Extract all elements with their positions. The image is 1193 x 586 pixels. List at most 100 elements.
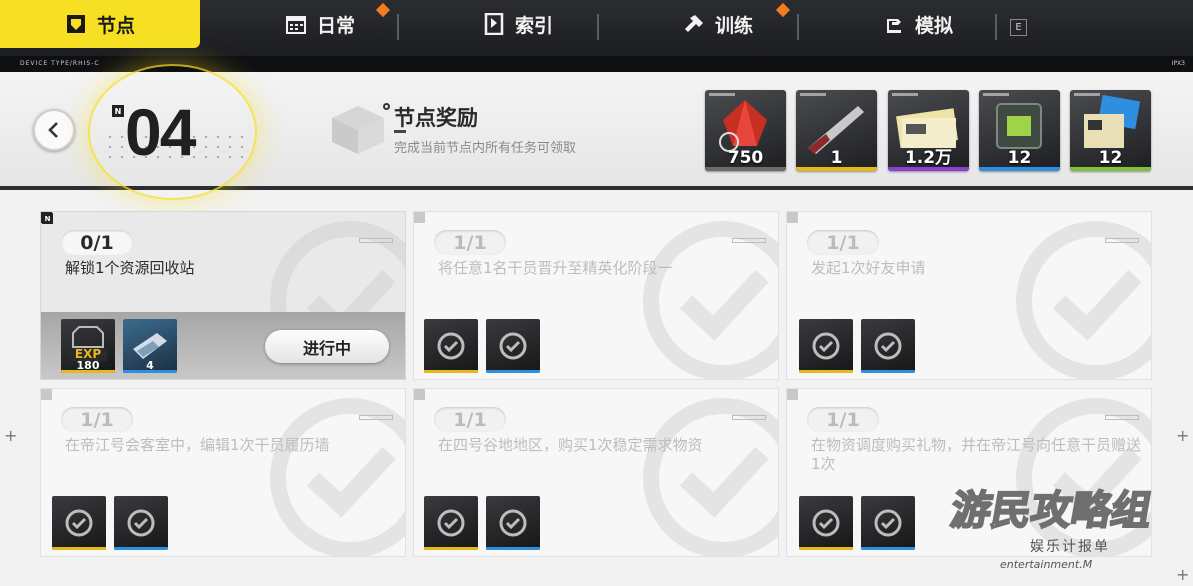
back-button[interactable]	[33, 109, 75, 151]
task-reward-claimed	[486, 496, 540, 550]
mission-tag	[359, 238, 393, 243]
node-reward-header: N 04 节点奖励 完成当前节点内所有任务可领取 750 1 1.2万 12 1…	[0, 72, 1193, 190]
task-reward-bar	[41, 489, 405, 556]
check-circle-icon	[437, 332, 465, 360]
e-key-hint[interactable]: E	[1010, 19, 1027, 36]
task-reward-claimed	[52, 496, 106, 550]
card-corner	[787, 212, 798, 223]
task-progress: 0/1	[61, 230, 133, 255]
reward-box-icon	[332, 106, 384, 154]
card-corner	[41, 389, 52, 400]
rarity-strip	[114, 547, 168, 550]
check-circle-icon	[437, 509, 465, 537]
task-progress: 1/1	[434, 230, 506, 255]
task-reward-bar	[414, 312, 778, 379]
node-icon	[66, 15, 85, 33]
check-circle-icon	[812, 332, 840, 360]
reward-item-exp-card[interactable]: 12	[1070, 90, 1151, 171]
task-card[interactable]: 1/1 在四号谷地地区，购买1次稳定需求物资	[413, 388, 779, 557]
reward-qty: 12	[1007, 148, 1032, 168]
mission-tag	[1105, 415, 1139, 420]
task-progress: 1/1	[807, 407, 879, 432]
reward-tag	[709, 93, 735, 96]
rarity-strip	[796, 167, 877, 171]
mission-tag	[732, 238, 766, 243]
rarity-strip	[424, 370, 478, 373]
tab-node[interactable]: 节点	[0, 0, 200, 48]
chevron-left-icon	[48, 122, 58, 138]
reward-title: 节点奖励	[394, 106, 478, 130]
tab-divider	[797, 14, 799, 40]
task-reward-claimed	[114, 496, 168, 550]
card-corner	[414, 389, 425, 400]
task-reward-claimed	[799, 319, 853, 373]
task-progress: 1/1	[61, 407, 133, 432]
check-circle-icon	[812, 509, 840, 537]
tab-divider	[397, 14, 399, 40]
title-marker	[383, 103, 390, 110]
reward-item-module[interactable]: 12	[979, 90, 1060, 171]
task-reward-bar	[414, 489, 778, 556]
task-reward-bar: EXP 180 4 进行中	[41, 312, 405, 379]
reward-item-blade[interactable]: 1	[796, 90, 877, 171]
task-description: 在四号谷地地区，购买1次稳定需求物资	[438, 436, 703, 454]
task-reward-claimed	[861, 319, 915, 373]
reward-tag	[983, 93, 1009, 96]
reward-tag	[1074, 93, 1100, 96]
reward-item-crystal[interactable]: 750	[705, 90, 786, 171]
rarity-strip	[486, 547, 540, 550]
tab-index-label: 索引	[514, 14, 553, 37]
tab-index[interactable]: 索引	[448, 0, 588, 48]
tab-node-label: 节点	[96, 14, 135, 37]
reward-qty: 1	[830, 148, 843, 168]
tab-training-label: 训练	[714, 14, 753, 37]
top-navigation: 节点 日常 索引 训练 模拟 E	[0, 0, 1193, 56]
rarity-strip	[123, 370, 177, 373]
task-description: 发起1次好友申请	[811, 259, 926, 277]
task-description: 将任意1名干员晋升至精英化阶段一	[438, 259, 673, 277]
task-description: 解锁1个资源回收站	[65, 259, 195, 277]
reward-qty: 12	[1098, 148, 1123, 168]
reward-qty: 1.2万	[904, 148, 953, 168]
task-card[interactable]: 1/1 在帝江号会客室中，编辑1次干员履历墙	[40, 388, 406, 557]
reward-subtitle: 完成当前节点内所有任务可领取	[394, 141, 577, 156]
card-corner	[414, 212, 425, 223]
node-number: 04	[125, 95, 196, 169]
task-reward-claimed	[424, 319, 478, 373]
reward-qty: 750	[727, 148, 764, 168]
check-circle-icon	[65, 509, 93, 537]
rarity-strip	[799, 547, 853, 550]
rarity-strip	[979, 167, 1060, 171]
tab-divider	[995, 14, 997, 40]
task-progress: 1/1	[434, 407, 506, 432]
tab-simulation-label: 模拟	[914, 14, 953, 37]
task-reward-exp[interactable]: EXP 180	[61, 319, 115, 373]
watermark-subtext: entertainment.M	[1000, 558, 1093, 571]
task-card[interactable]: 1/1 将任意1名干员晋升至精英化阶段一	[413, 211, 779, 380]
rarity-strip	[861, 547, 915, 550]
n-logo-icon: N	[112, 105, 124, 117]
task-card[interactable]: 1/1 发起1次好友申请	[786, 211, 1152, 380]
rarity-strip	[52, 547, 106, 550]
tab-divider	[597, 14, 599, 40]
tab-daily[interactable]: 日常	[250, 0, 390, 48]
task-reward-module[interactable]: 4	[123, 319, 177, 373]
task-description: 在物资调度购买礼物，并在帝江号向任意干员赠送1次	[811, 436, 1142, 473]
check-circle-icon	[127, 509, 155, 537]
rarity-strip	[61, 370, 115, 373]
tab-training[interactable]: 训练	[648, 0, 788, 48]
check-circle-icon	[874, 332, 902, 360]
mission-tag	[1105, 238, 1139, 243]
card-corner	[787, 389, 798, 400]
tab-simulation[interactable]: 模拟	[848, 0, 988, 48]
in-progress-button[interactable]: 进行中	[265, 330, 389, 363]
watermark-text: 娱乐计报单	[1030, 539, 1110, 555]
crosshair-decoration: +	[4, 426, 18, 445]
check-circle-icon	[499, 332, 527, 360]
brand-code: IPX3	[1171, 60, 1185, 67]
crosshair-decoration: +	[1176, 426, 1190, 445]
hammer-icon	[684, 15, 703, 32]
task-card[interactable]: N 0/1 解锁1个资源回收站 EXP 180 4 进行中	[40, 211, 406, 380]
reward-item-voucher[interactable]: 1.2万	[888, 90, 969, 171]
rarity-strip	[861, 370, 915, 373]
